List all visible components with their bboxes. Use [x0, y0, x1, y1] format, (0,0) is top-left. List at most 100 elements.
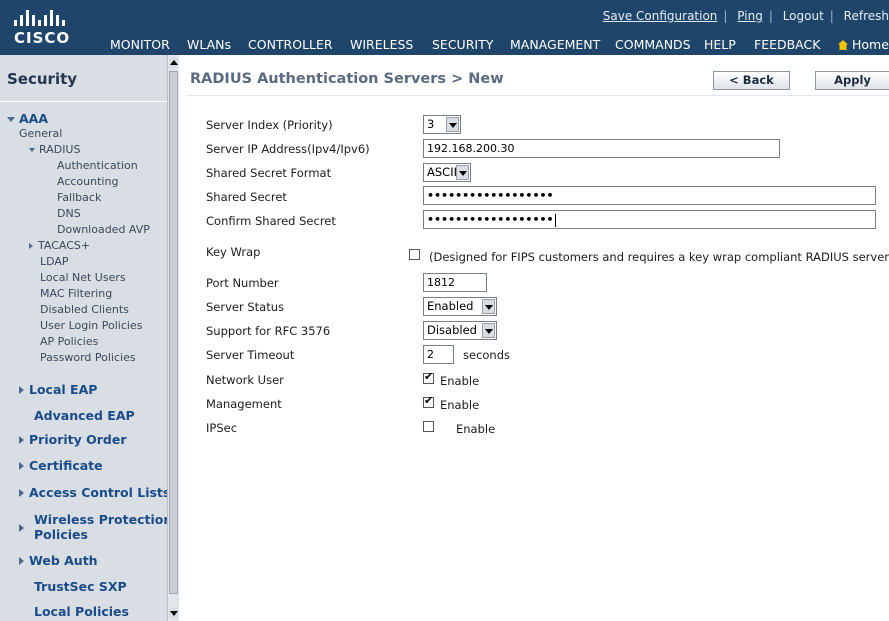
sidebar-item-authentication[interactable]: Authentication — [57, 159, 138, 172]
sidebar-item-local-policies[interactable]: Local Policies — [34, 604, 129, 619]
nav-wireless[interactable]: WIRELESS — [350, 37, 413, 52]
sidebar-item-label: Policies — [34, 527, 88, 542]
ping-link[interactable]: Ping — [737, 9, 763, 23]
sidebar-item-accounting[interactable]: Accounting — [57, 175, 118, 188]
sidebar-item-disabled-clients[interactable]: Disabled Clients — [40, 303, 129, 316]
sidebar-item-radius[interactable]: RADIUS — [29, 143, 80, 156]
shared-secret-format-value: ASCII — [427, 165, 457, 179]
sidebar-item-priority-order[interactable]: Priority Order — [19, 432, 127, 447]
server-status-value: Enabled — [427, 299, 474, 313]
expand-arrow-icon — [19, 557, 24, 565]
refresh-link[interactable]: Refresh — [844, 9, 889, 23]
nav-commands[interactable]: COMMANDS — [615, 37, 691, 52]
nav-controller[interactable]: CONTROLLER — [248, 37, 333, 52]
network-user-label: Network User — [206, 373, 284, 387]
expand-arrow-icon — [19, 489, 24, 497]
sidebar-item-fallback[interactable]: Fallback — [57, 191, 101, 204]
chevron-down-icon — [456, 165, 469, 180]
sidebar-item-ap-policies[interactable]: AP Policies — [40, 335, 98, 348]
sidebar-item-downloaded-avp[interactable]: Downloaded AVP — [57, 223, 150, 236]
sidebar-item-general[interactable]: General — [19, 127, 62, 140]
collapse-arrow-icon — [7, 117, 15, 122]
save-configuration-link[interactable]: Save Configuration — [603, 9, 718, 23]
server-timeout-label: Server Timeout — [206, 348, 295, 362]
shared-secret-format-select[interactable]: ASCII — [423, 163, 471, 182]
sidebar-item-trustsec-sxp[interactable]: TrustSec SXP — [34, 579, 127, 594]
network-user-enable-label: Enable — [440, 374, 480, 388]
expand-arrow-icon — [29, 243, 33, 249]
shared-secret-label: Shared Secret — [206, 190, 287, 204]
nav-management[interactable]: MANAGEMENT — [510, 37, 600, 52]
brand-name: CISCO — [14, 29, 71, 47]
shared-secret-format-label: Shared Secret Format — [206, 166, 332, 180]
rfc-3576-label: Support for RFC 3576 — [206, 324, 331, 338]
management-checkbox[interactable] — [423, 394, 434, 408]
sidebar-item-password-policies[interactable]: Password Policies — [40, 351, 136, 364]
sidebar-item-access-control-lists[interactable]: Access Control Lists — [19, 485, 170, 500]
scroll-down-icon[interactable] — [169, 608, 178, 619]
nav-home[interactable]: Home — [838, 37, 889, 52]
server-ip-label: Server IP Address(Ipv4/Ipv6) — [206, 142, 370, 156]
ipsec-label: IPSec — [206, 421, 238, 435]
apply-button[interactable]: Apply — [815, 71, 889, 90]
nav-help[interactable]: HELP — [704, 37, 736, 52]
sidebar-item-label: Access Control Lists — [29, 485, 171, 500]
server-index-label: Server Index (Priority) — [206, 118, 333, 132]
server-status-select[interactable]: Enabled — [423, 297, 497, 316]
management-enable-label: Enable — [440, 398, 480, 412]
sidebar-divider — [0, 101, 167, 102]
sidebar-item-label: RADIUS — [39, 143, 81, 156]
logout-link[interactable]: Logout — [783, 9, 824, 23]
server-index-value: 3 — [427, 117, 435, 131]
rfc-3576-select[interactable]: Disabled — [423, 321, 497, 340]
top-header: CISCO Save Configuration | Ping | Logout | … — [0, 0, 889, 55]
sidebar-item-label: TACACS+ — [38, 239, 91, 252]
sidebar-item-certificate[interactable]: Certificate — [19, 458, 103, 473]
sidebar-item-advanced-eap[interactable]: Advanced EAP — [34, 408, 135, 423]
page-title: RADIUS Authentication Servers > New — [190, 71, 504, 87]
network-user-checkbox[interactable] — [423, 370, 434, 384]
nav-monitor[interactable]: MONITOR — [110, 37, 170, 52]
cisco-bars-icon — [14, 10, 74, 26]
sidebar-item-label: Certificate — [29, 458, 103, 473]
server-timeout-input[interactable]: 2 — [423, 345, 454, 364]
sidebar-item-label: AAA — [19, 111, 49, 126]
sidebar-title: Security — [7, 70, 78, 88]
sidebar-item-local-net-users[interactable]: Local Net Users — [40, 271, 126, 284]
scrollbar-thumb[interactable] — [169, 71, 178, 594]
sidebar-item-ldap[interactable]: LDAP — [40, 255, 69, 268]
confirm-shared-secret-input[interactable]: •••••••••••••••••• — [423, 210, 876, 229]
port-number-input[interactable]: 1812 — [423, 273, 487, 292]
key-wrap-label: Key Wrap — [206, 245, 261, 259]
ipsec-checkbox[interactable] — [423, 421, 434, 432]
expand-arrow-icon — [19, 524, 24, 532]
nav-home-label: Home — [852, 37, 889, 52]
confirm-shared-secret-value: •••••••••••••••••• — [427, 213, 554, 226]
sidebar-item-user-login-policies[interactable]: User Login Policies — [40, 319, 142, 332]
scroll-up-icon[interactable] — [169, 57, 178, 68]
shared-secret-input[interactable]: •••••••••••••••••• — [423, 186, 876, 205]
sidebar: Security AAA General RADIUS Authenticati… — [0, 55, 178, 621]
sidebar-item-tacacs[interactable]: TACACS+ — [29, 239, 90, 252]
server-index-select[interactable]: 3 — [423, 115, 461, 134]
key-wrap-note: (Designed for FIPS customers and require… — [429, 250, 889, 264]
title-divider — [186, 95, 889, 96]
server-status-label: Server Status — [206, 300, 285, 314]
collapse-arrow-icon — [29, 148, 35, 152]
sidebar-item-mac-filtering[interactable]: MAC Filtering — [40, 287, 112, 300]
sidebar-item-local-eap[interactable]: Local EAP — [19, 382, 97, 397]
sidebar-item-aaa[interactable]: AAA — [7, 111, 48, 126]
sidebar-scrollbar[interactable] — [167, 55, 179, 621]
key-wrap-checkbox[interactable] — [409, 249, 420, 260]
nav-feedback[interactable]: FEEDBACK — [754, 37, 820, 52]
sidebar-item-label: Web Auth — [29, 553, 98, 568]
expand-arrow-icon — [19, 436, 24, 444]
utility-links: Save Configuration | Ping | Logout | Refres… — [602, 9, 889, 23]
back-button[interactable]: < Back — [713, 71, 790, 90]
nav-security[interactable]: SECURITY — [432, 37, 493, 52]
sidebar-item-dns[interactable]: DNS — [57, 207, 81, 220]
expand-arrow-icon — [19, 462, 24, 470]
server-ip-input[interactable]: 192.168.200.30 — [423, 139, 780, 158]
sidebar-item-web-auth[interactable]: Web Auth — [19, 553, 98, 568]
nav-wlans[interactable]: WLANs — [187, 37, 231, 52]
